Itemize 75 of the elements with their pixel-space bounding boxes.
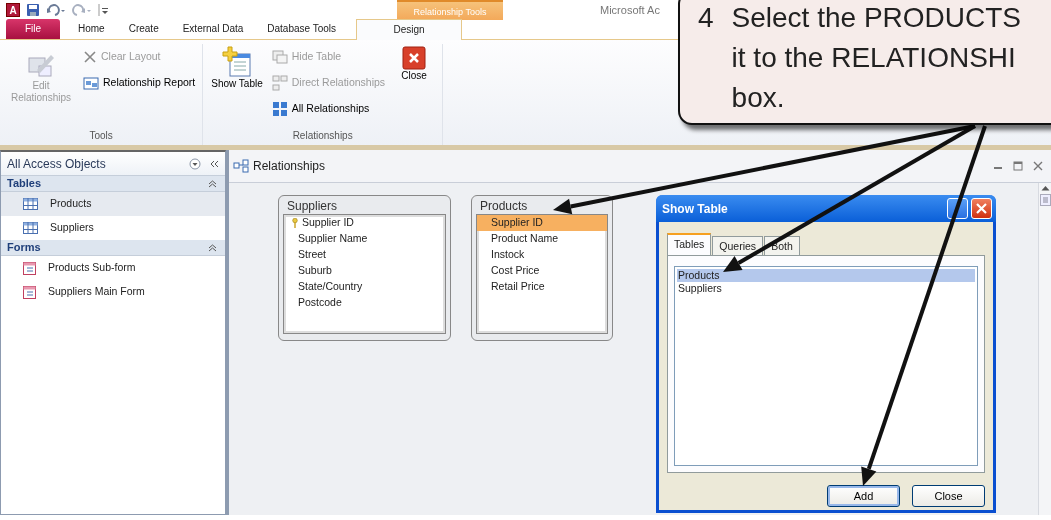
ribbon-tab[interactable]: Home [66, 19, 117, 39]
restore-icon[interactable] [1013, 161, 1023, 171]
list-item[interactable]: Products [677, 269, 975, 282]
dropdown-icon[interactable] [189, 157, 201, 170]
field-row[interactable]: Retail Price [477, 279, 607, 295]
group-label: Tools [88, 129, 114, 143]
field-row[interactable]: Supplier ID [477, 215, 607, 231]
dialog-button[interactable]: Add [827, 485, 900, 507]
dialog-title: Show Table [662, 200, 729, 218]
ribbon-tab[interactable]: Create [116, 19, 171, 39]
ribbon-button[interactable]: Relationship Report [82, 71, 197, 94]
field-row[interactable]: Postcode [284, 295, 445, 311]
hide-table-icon [271, 49, 288, 64]
collapse-pane-icon[interactable] [209, 158, 219, 169]
form-icon [23, 261, 36, 275]
ribbon-button[interactable]: Close [392, 44, 437, 128]
section-header[interactable]: Tables [7, 175, 42, 192]
report-icon [83, 75, 99, 90]
table-list[interactable]: Products Suppliers [674, 266, 978, 466]
field-row[interactable]: Product Name [477, 231, 607, 247]
section-header[interactable]: Forms [7, 239, 41, 256]
dialog-tab[interactable]: Tables [667, 233, 712, 255]
all-relationships-icon [271, 100, 288, 117]
field-row[interactable]: Street [284, 247, 445, 263]
nav-item[interactable]: Suppliers [1, 216, 225, 240]
table-title: Products [479, 198, 529, 214]
field-row[interactable]: Supplier Name [284, 231, 445, 247]
context-tab-label: Relationship Tools [397, 0, 503, 20]
customize-icon[interactable] [98, 3, 108, 17]
scrollbar[interactable] [1038, 183, 1051, 515]
scroll-up-icon[interactable] [1040, 185, 1050, 191]
file-tab[interactable]: File [6, 19, 60, 39]
table-add-icon [222, 46, 252, 78]
table-title: Suppliers [286, 198, 339, 214]
field-row[interactable]: State/Country [284, 279, 445, 295]
list-item[interactable]: Suppliers [677, 282, 975, 295]
nav-item[interactable]: Products [1, 192, 225, 216]
field-row[interactable]: Supplier ID [284, 215, 445, 231]
form-icon [23, 285, 36, 299]
table-window[interactable]: Suppliers Supplier ID Supplier Name Street Suburb State/Country Postcode [278, 195, 451, 341]
table-icon [23, 198, 38, 210]
edit-icon [27, 52, 55, 80]
dialog-tab[interactable]: Queries [712, 236, 764, 255]
relationships-icon [233, 159, 249, 173]
ribbon-button[interactable]: All Relationships [270, 97, 387, 120]
close-button[interactable] [971, 198, 992, 219]
collapse-icon[interactable] [208, 179, 217, 188]
instruction-text: Select the PRODUCTS it to the RELATIONSHI box. [731, 1, 1021, 115]
document-tab[interactable]: Relationships [253, 157, 326, 175]
app-title: Microsoft Ac [600, 2, 660, 18]
ribbon-button[interactable]: Show Table [209, 44, 265, 128]
ribbon-tab[interactable]: Database Tools [255, 19, 349, 39]
close-icon[interactable] [1033, 161, 1043, 171]
dialog-button[interactable]: Close [912, 485, 985, 507]
nav-item[interactable]: Products Sub-form [1, 256, 225, 280]
table-window[interactable]: Products Supplier ID Product Name Instock Cost Price Retail Price [471, 195, 613, 341]
app-logo: A [6, 3, 20, 17]
field-row[interactable]: Suburb [284, 263, 445, 279]
ribbon-tab[interactable]: External Data [170, 19, 256, 39]
close-icon [402, 46, 427, 70]
scroll-thumb-icon[interactable] [1039, 194, 1051, 206]
step-number: 4 [698, 1, 714, 35]
direct-relationships-icon [271, 74, 288, 91]
key-icon [292, 218, 298, 228]
collapse-icon[interactable] [208, 243, 217, 252]
field-row[interactable]: Instock [477, 247, 607, 263]
ribbon-tab[interactable]: Design [356, 19, 463, 40]
close-icon [976, 203, 987, 214]
table-icon [23, 222, 38, 234]
undo-icon[interactable] [46, 3, 66, 17]
field-row[interactable]: Cost Price [477, 263, 607, 279]
save-icon[interactable] [26, 3, 40, 17]
group-label: Relationships [291, 129, 354, 143]
nav-item[interactable]: Suppliers Main Form [1, 280, 225, 304]
clear-icon [83, 49, 97, 64]
